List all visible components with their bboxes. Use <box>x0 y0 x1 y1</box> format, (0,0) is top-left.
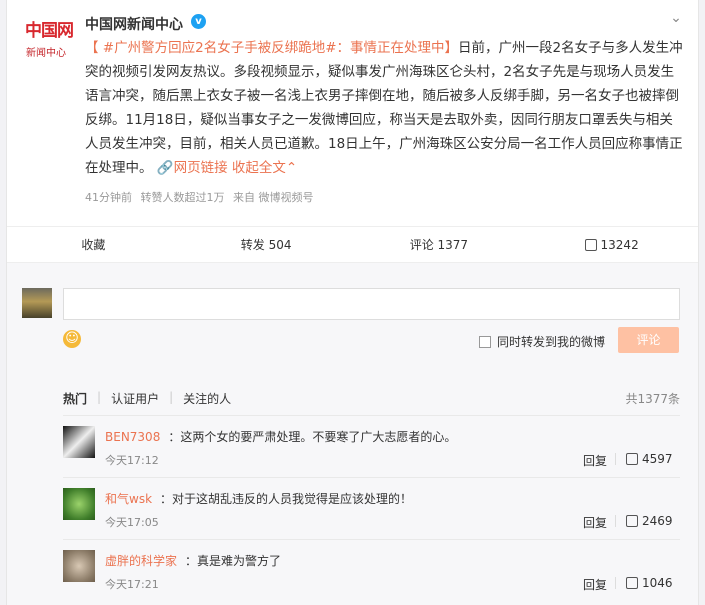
thumbs-up-icon <box>626 453 638 465</box>
submit-comment-button[interactable]: 评论 <box>618 327 679 353</box>
comment-item: BEN7308 ：这两个女的要严肃处理。不要寒了广大志愿者的心。 今天17:12 … <box>63 415 680 477</box>
repost-button[interactable]: 转发 504 <box>180 227 353 262</box>
comment-like-button[interactable]: 4597 <box>626 452 673 466</box>
weibo-card: 中国网 新闻中心 中国网新闻中心 v ⌄ 【 #广州警方回应2名女子手被反绑跪地… <box>6 0 699 605</box>
commenter-name[interactable]: 虚胖的科学家 <box>105 554 177 568</box>
comment-time: 今天17:12 <box>105 454 159 467</box>
comment-like-button[interactable]: 2469 <box>626 514 673 528</box>
comment-line: BEN7308 ：这两个女的要严肃处理。不要寒了广大志愿者的心。 <box>105 428 456 445</box>
commenter-avatar[interactable] <box>63 550 95 582</box>
author-name[interactable]: 中国网新闻中心 <box>85 14 183 34</box>
chevron-down-icon[interactable]: ⌄ <box>668 10 684 26</box>
comment-line: 虚胖的科学家 ：真是难为警方了 <box>105 552 281 569</box>
comment-like-count: 4597 <box>642 452 673 466</box>
comment-time: 今天17:05 <box>105 516 159 529</box>
post-time[interactable]: 41分钟前 <box>85 191 132 204</box>
commenter-name[interactable]: BEN7308 <box>105 430 160 444</box>
comment-total: 共1377条 <box>625 392 680 406</box>
like-count: 13242 <box>600 238 639 252</box>
comment-section: ☺ 同时转发到我的微博 评论 热门 | 认证用户 | 关注的人 共1377条 B… <box>7 263 698 605</box>
hashtag-link[interactable]: 【 #广州警方回应2名女子手被反绑跪地#：事情正在处理中】 <box>85 40 458 56</box>
thumbs-up-icon <box>626 577 638 589</box>
comment-input[interactable] <box>63 288 680 320</box>
thumbs-up-icon <box>584 239 597 251</box>
post-text: 【 #广州警方回应2名女子手被反绑跪地#：事情正在处理中】日前，广州一段2名女子… <box>85 36 683 180</box>
comment-like-count: 2469 <box>642 514 673 528</box>
my-avatar[interactable] <box>22 288 52 318</box>
comment-colon: ： <box>160 492 173 506</box>
reply-button[interactable]: 回复 <box>583 576 607 593</box>
commenter-name[interactable]: 和气wsk <box>105 492 152 506</box>
tab-verified[interactable]: 认证用户 <box>111 390 159 407</box>
like-button[interactable]: 13242 <box>525 227 698 262</box>
divider <box>615 515 616 527</box>
verified-icon: v <box>191 14 206 29</box>
favorite-button[interactable]: 收藏 <box>7 227 180 262</box>
comment-line: 和气wsk ：对于这胡乱违反的人员我觉得是应该处理的！ <box>105 490 412 507</box>
comment-colon: ： <box>185 554 198 568</box>
thumbs-up-icon <box>626 515 638 527</box>
comment-colon: ： <box>168 430 181 444</box>
post-body: 日前，广州一段2名女子与多人发生冲突的视频引发网友热议。多段视频显示，疑似事发广… <box>85 40 683 176</box>
author-avatar[interactable]: 中国网 新闻中心 <box>19 12 75 68</box>
logo-subtext: 新闻中心 <box>26 48 66 59</box>
action-bar: 收藏 转发 504 评论 1377 13242 <box>7 226 698 263</box>
commenter-avatar[interactable] <box>63 488 95 520</box>
post: 中国网 新闻中心 中国网新闻中心 v ⌄ 【 #广州警方回应2名女子手被反绑跪地… <box>7 0 698 226</box>
forward-label: 同时转发到我的微博 <box>497 335 606 349</box>
comment-like-count: 1046 <box>642 576 673 590</box>
comment-text: 这两个女的要严肃处理。不要寒了广大志愿者的心。 <box>180 430 457 444</box>
post-meta: 41分钟前 转赞人数超过1万 来自 微博视频号 <box>85 189 319 205</box>
web-link[interactable]: 🔗网页链接 <box>157 160 228 176</box>
tab-divider: | <box>169 390 174 404</box>
comment-like-button[interactable]: 1046 <box>626 576 673 590</box>
emoji-icon[interactable]: ☺ <box>63 330 81 348</box>
post-source[interactable]: 来自 微博视频号 <box>233 191 314 204</box>
forward-checkbox[interactable] <box>479 335 491 348</box>
forward-option[interactable]: 同时转发到我的微博 <box>479 333 605 350</box>
divider <box>615 577 616 589</box>
commenter-avatar[interactable] <box>63 426 95 458</box>
collapse-link[interactable]: 收起全文⌃ <box>232 160 297 176</box>
tab-following[interactable]: 关注的人 <box>183 390 231 407</box>
comment-button[interactable]: 评论 1377 <box>353 227 526 262</box>
comment-item: 虚胖的科学家 ：真是难为警方了 今天17:21 回复 1046 <box>63 539 680 601</box>
comment-text: 真是难为警方了 <box>197 554 282 568</box>
post-repost-info: 转赞人数超过1万 <box>140 191 225 204</box>
divider <box>615 453 616 465</box>
reply-button[interactable]: 回复 <box>583 514 607 531</box>
tab-divider: | <box>97 390 102 404</box>
logo-text: 中国网 <box>25 21 74 41</box>
tab-hot[interactable]: 热门 <box>63 390 87 407</box>
comment-text: 对于这胡乱违反的人员我觉得是应该处理的！ <box>172 492 413 506</box>
comment-tabs: 热门 | 认证用户 | 关注的人 <box>63 390 680 407</box>
reply-button[interactable]: 回复 <box>583 452 607 469</box>
comment-time: 今天17:21 <box>105 578 159 591</box>
comment-item: 和气wsk ：对于这胡乱违反的人员我觉得是应该处理的！ 今天17:05 回复 24… <box>63 477 680 539</box>
